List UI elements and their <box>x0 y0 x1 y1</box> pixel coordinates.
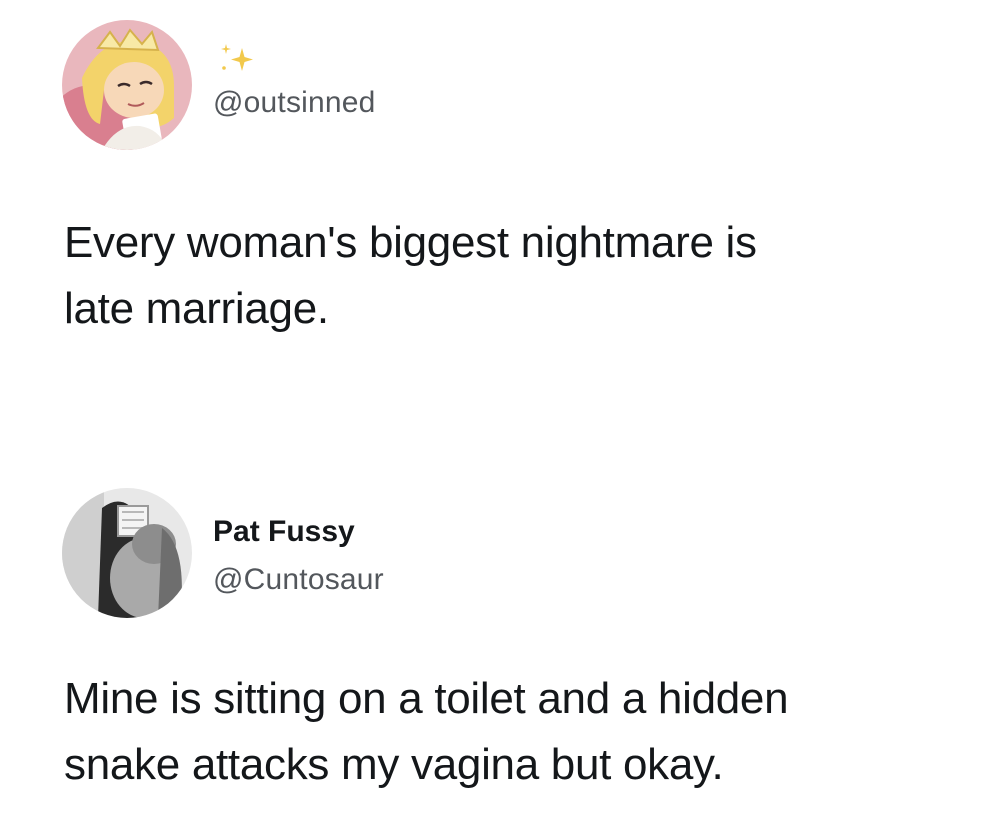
tweet-text-line: Mine is sitting on a toilet and a hidden <box>64 674 789 723</box>
user-handle[interactable]: @outsinned <box>213 86 376 120</box>
tweet-text-line: snake attacks my vagina but okay. <box>64 740 724 789</box>
tweet-cuntosaur: Pat Fussy @Cuntosaur Mine is sitting on … <box>0 430 1005 839</box>
tweet-text-line: late marriage. <box>64 284 329 333</box>
display-name[interactable]: Pat Fussy <box>213 515 355 549</box>
tweet-outsinned: @outsinned Every woman's biggest nightma… <box>0 0 1005 430</box>
tweet-body: Every woman's biggest nightmare is late … <box>64 210 964 342</box>
grayscale-photo-avatar[interactable] <box>62 488 192 618</box>
tweet-body: Mine is sitting on a toilet and a hidden… <box>64 666 964 798</box>
cartoon-princess-avatar[interactable] <box>62 20 192 150</box>
sparkle-icon <box>221 44 253 71</box>
tweet-text-line: Every woman's biggest nightmare is <box>64 218 757 267</box>
user-handle[interactable]: @Cuntosaur <box>213 563 384 597</box>
